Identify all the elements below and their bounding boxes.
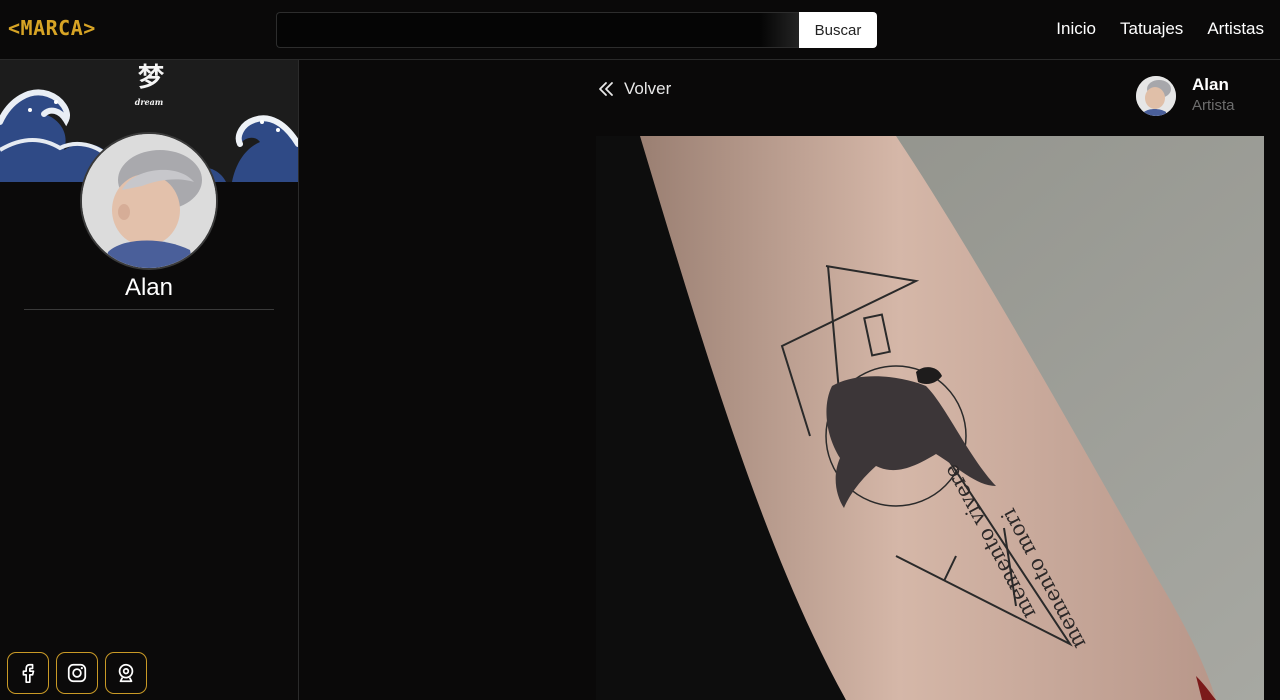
author-role: Artista [1192,97,1235,114]
artist-portrait-image [82,134,216,268]
sidebar-divider [24,309,274,310]
webcam-button[interactable] [105,652,147,694]
nav-links: Inicio Tatuajes Artistas [1056,19,1264,39]
double-chevron-left-icon [599,82,613,96]
tattoo-photo-image: memento mori memento vivere [596,136,1264,700]
instagram-icon [67,663,87,683]
artist-avatar [80,132,218,270]
author-portrait-image [1136,76,1176,116]
tattoo-photo: memento mori memento vivere [596,136,1264,700]
author-avatar [1136,76,1176,116]
banner-caption: dream [135,97,164,107]
back-link-label: Volver [624,79,672,98]
facebook-button[interactable] [7,652,49,694]
social-links [7,652,147,694]
artist-sidebar: 梦 dream Alan [0,60,299,700]
brand-logo[interactable]: <MARCA> [8,16,96,40]
banner-kanji: 梦 [138,63,165,93]
artist-name: Alan [124,274,174,301]
webcam-icon [118,663,134,683]
instagram-button[interactable] [56,652,98,694]
nav-link-artistas[interactable]: Artistas [1207,19,1264,39]
author-card[interactable]: Alan Artista [1136,75,1235,117]
nav-link-tatuajes[interactable]: Tatuajes [1120,19,1183,39]
search-button[interactable]: Buscar [799,12,877,48]
author-info: Alan Artista [1192,75,1235,117]
author-name: Alan [1192,75,1229,94]
back-link[interactable]: Volver [598,79,671,99]
search-input[interactable] [276,12,800,48]
top-navbar: <MARCA> Buscar Inicio Tatuajes Artistas [0,0,1280,60]
facebook-icon [22,663,35,683]
nav-link-inicio[interactable]: Inicio [1056,19,1096,39]
